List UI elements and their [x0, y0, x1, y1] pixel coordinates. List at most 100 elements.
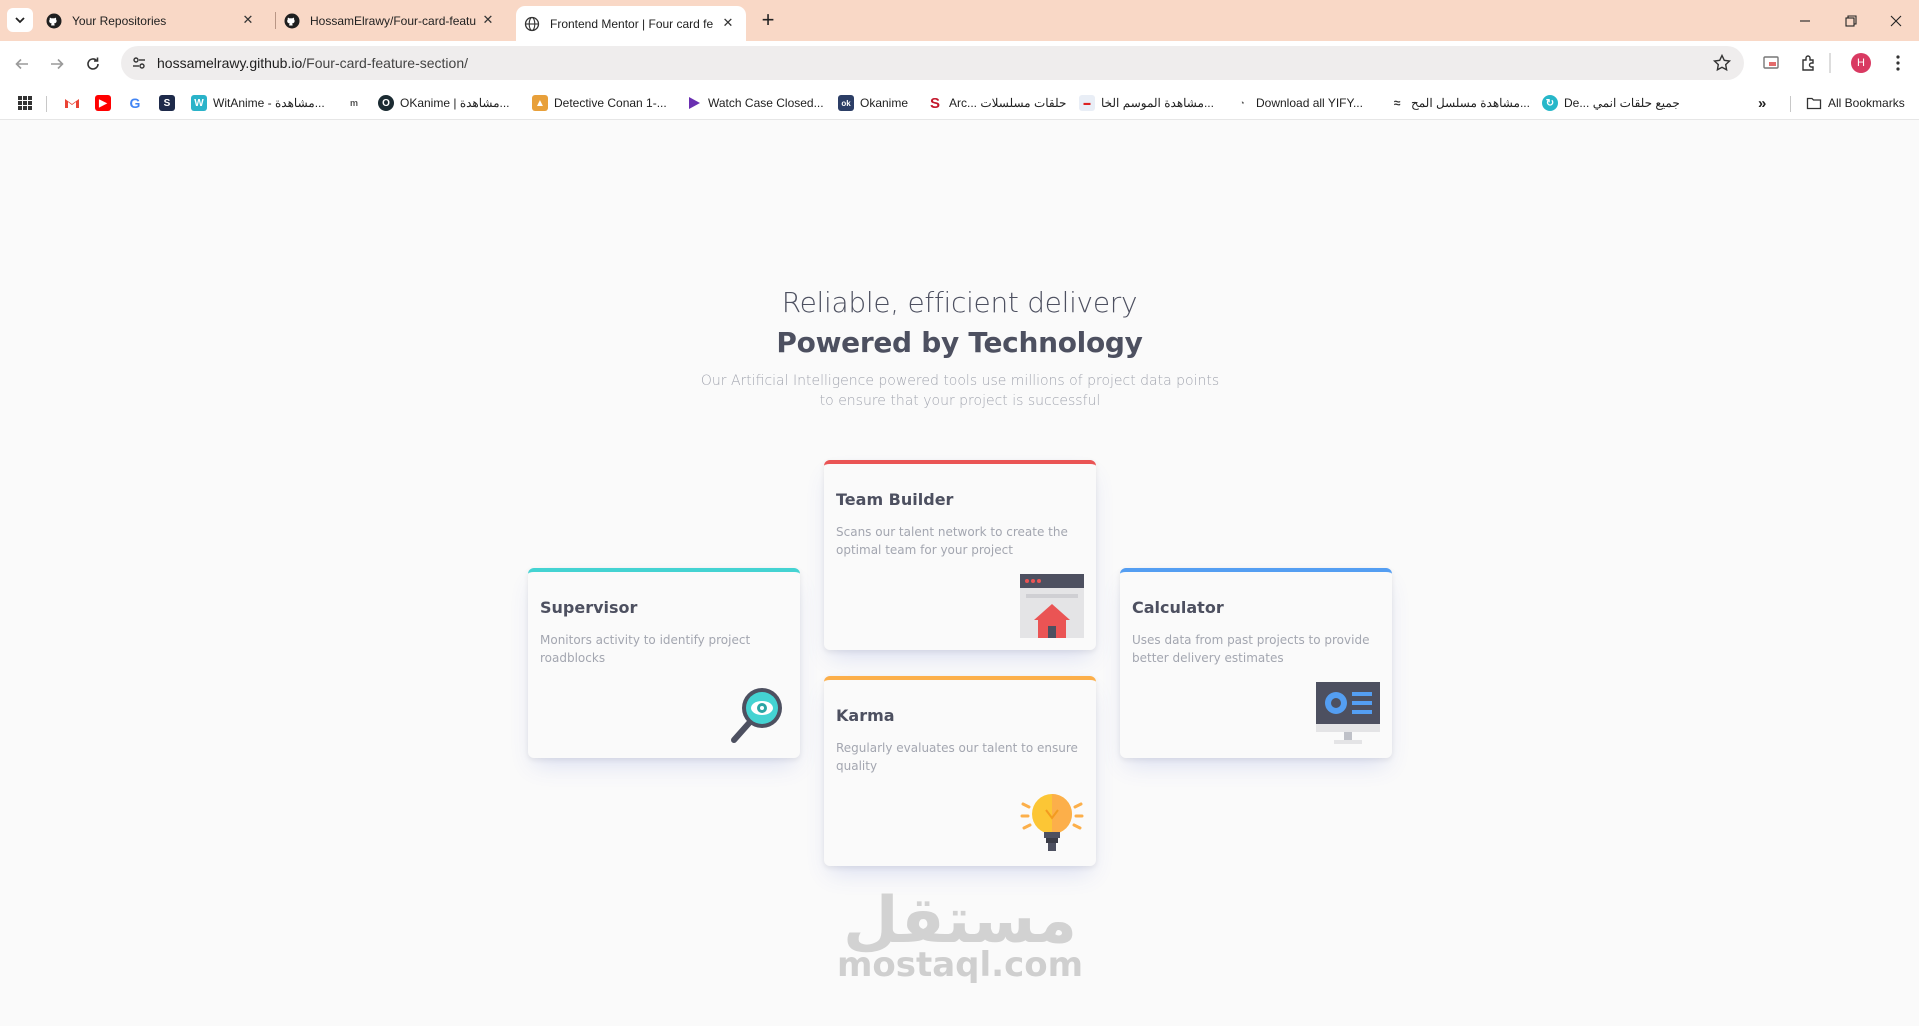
- url-path: /Four-card-feature-section/: [302, 55, 468, 71]
- bookmark-series[interactable]: ≈ مشاهدة مسلسل المح...: [1389, 94, 1530, 112]
- card-supervisor: Supervisor Monitors activity to identify…: [528, 568, 800, 758]
- minimize-icon[interactable]: [1782, 0, 1828, 41]
- bookmark-witanime[interactable]: W WitAnime - مشاهدة...: [191, 94, 325, 112]
- bookmark-label: De... جميع حلقات انمي: [1564, 96, 1680, 110]
- team-builder-icon: [1020, 574, 1084, 638]
- tab-strip: Your Repositories ✕ HossamElrawy/Four-ca…: [0, 0, 1919, 41]
- card-title: Calculator: [1132, 598, 1224, 617]
- bookmark-okanime[interactable]: O OKanime | مشاهدة...: [378, 94, 510, 112]
- arrow-right-icon: [51, 58, 64, 70]
- bookmark-gmail[interactable]: [64, 94, 86, 112]
- back-button[interactable]: [9, 51, 35, 77]
- restore-icon[interactable]: [1828, 0, 1874, 41]
- bookmark-divider: [1790, 96, 1791, 112]
- chevron-down-icon: [15, 17, 25, 24]
- close-tab-icon[interactable]: ✕: [480, 12, 496, 28]
- bookmark-yify[interactable]: ◔ Download all YIFY...: [1234, 94, 1363, 112]
- address-bar[interactable]: hossamelrawy.github.io/Four-card-feature…: [121, 46, 1744, 80]
- close-window-icon[interactable]: [1873, 0, 1919, 41]
- bookmark-youtube[interactable]: ▶: [95, 94, 117, 112]
- toolbar-divider: [1829, 53, 1831, 73]
- url-host: hossamelrawy.github.io: [157, 55, 303, 71]
- bookmark-anime-episodes[interactable]: ↻ De... جميع حلقات انمي: [1542, 94, 1680, 112]
- apps-grid-icon[interactable]: [17, 94, 33, 112]
- bookmark-s[interactable]: S: [159, 94, 181, 112]
- yify-icon: ◔: [1239, 98, 1245, 108]
- bookmark-label: OKanime | مشاهدة...: [400, 96, 510, 110]
- profile-avatar[interactable]: H: [1851, 53, 1871, 73]
- card-team-builder: Team Builder Scans our talent network to…: [824, 460, 1096, 650]
- bookmarks-bar: ▶ G S W WitAnime - مشاهدة... m O OKanime…: [0, 86, 1919, 120]
- tab-frontend-mentor-active[interactable]: Frontend Mentor | Four card fe ✕: [516, 6, 746, 41]
- tab-title: Your Repositories: [72, 13, 167, 28]
- new-tab-button[interactable]: +: [757, 7, 779, 32]
- forward-button[interactable]: [44, 51, 70, 77]
- folder-icon: [1806, 97, 1822, 110]
- bookmark-okanime-2[interactable]: ok Okanime: [838, 94, 908, 112]
- bookmark-label: Arc... حلقات مسلسلات: [949, 96, 1067, 110]
- bookmark-case-closed[interactable]: Watch Case Closed...: [686, 94, 824, 112]
- card-description: Scans our talent network to create the o…: [836, 525, 1068, 557]
- tab-search-button[interactable]: [7, 8, 33, 32]
- tab-four-card-repo[interactable]: HossamElrawy/Four-card-featu ✕: [284, 0, 506, 41]
- bookmark-season[interactable]: ▬ مشاهدة الموسم الخا...: [1079, 94, 1214, 112]
- gmail-icon: [65, 99, 79, 108]
- google-icon: G: [129, 95, 141, 111]
- witanime-icon: W: [191, 95, 207, 111]
- bookmark-star-icon[interactable]: [1712, 53, 1732, 73]
- url-text: hossamelrawy.github.io/Four-card-feature…: [157, 55, 468, 71]
- bookmark-detective-conan[interactable]: ▲ Detective Conan 1-...: [532, 94, 667, 112]
- bookmark-label: Okanime: [860, 96, 909, 110]
- close-tab-icon[interactable]: ✕: [240, 12, 256, 28]
- watermark-latin: mostaql.com: [836, 945, 1084, 985]
- site-settings-icon[interactable]: [131, 55, 147, 71]
- menu-kebab-icon[interactable]: [1886, 51, 1910, 75]
- headline-bold: Powered by Technology: [776, 326, 1143, 359]
- github-icon: [284, 13, 300, 28]
- bookmark-divider: [46, 96, 47, 112]
- bird-icon: ≈: [1393, 96, 1401, 110]
- close-tab-icon[interactable]: ✕: [720, 15, 736, 31]
- extensions-icon[interactable]: [1797, 51, 1821, 75]
- card-karma: Karma Regularly evaluates our talent to …: [824, 676, 1096, 866]
- card-title: Supervisor: [540, 598, 638, 617]
- bookmark-label: Detective Conan 1-...: [554, 96, 667, 110]
- more-bookmarks-chevron-icon[interactable]: »: [1758, 94, 1766, 112]
- card-title: Team Builder: [836, 490, 954, 509]
- bookmark-label: Watch Case Closed...: [708, 96, 824, 110]
- mostaql-watermark: مستقل mostaql.com: [800, 889, 1120, 983]
- youtube-icon: ▶: [95, 95, 111, 111]
- tab-title: Frontend Mentor | Four card fe: [550, 16, 714, 31]
- bookmark-label: WitAnime - مشاهدة...: [213, 96, 325, 110]
- headline-light: Reliable, efficient delivery: [781, 286, 1138, 319]
- card-calculator: Calculator Uses data from past projects …: [1120, 568, 1392, 758]
- card-description: Uses data from past projects to provide …: [1132, 633, 1370, 665]
- bookmark-label: مشاهدة مسلسل المح...: [1411, 96, 1530, 110]
- okanime-icon: O: [378, 95, 394, 111]
- all-bookmarks-button[interactable]: All Bookmarks: [1806, 94, 1905, 112]
- browser-toolbar: hossamelrawy.github.io/Four-card-feature…: [0, 41, 1919, 86]
- tab-divider: [275, 12, 276, 29]
- globe-icon: [524, 16, 540, 31]
- intro-text: Our Artificial Intelligence powered tool…: [700, 373, 1220, 409]
- watermark-arabic: مستقل: [842, 884, 1078, 958]
- cast-icon[interactable]: [1759, 51, 1783, 75]
- magnifier-eye-icon: [731, 688, 782, 743]
- site-icon: ▬: [1079, 95, 1095, 111]
- tab-title: HossamElrawy/Four-card-featu: [310, 13, 476, 28]
- bookmark-google[interactable]: G: [127, 94, 149, 112]
- bookmark-label: مشاهدة الموسم الخا...: [1101, 96, 1214, 110]
- bookmark-arc[interactable]: S Arc... حلقات مسلسلات: [927, 94, 1066, 112]
- play-icon: [689, 97, 700, 109]
- bookmark-mal[interactable]: m: [346, 94, 368, 112]
- arc-icon: S: [929, 94, 940, 112]
- reload-icon: [87, 57, 99, 70]
- lightbulb-icon: [1020, 794, 1084, 851]
- mal-icon: m: [349, 98, 358, 108]
- card-title: Karma: [836, 706, 895, 725]
- monitor-icon: [1316, 682, 1380, 744]
- web-page: Reliable, efficient delivery Powered by …: [0, 121, 1919, 1026]
- tab-your-repositories[interactable]: Your Repositories ✕: [46, 0, 266, 41]
- reload-button[interactable]: [80, 51, 106, 77]
- conan-icon: ▲: [532, 95, 548, 111]
